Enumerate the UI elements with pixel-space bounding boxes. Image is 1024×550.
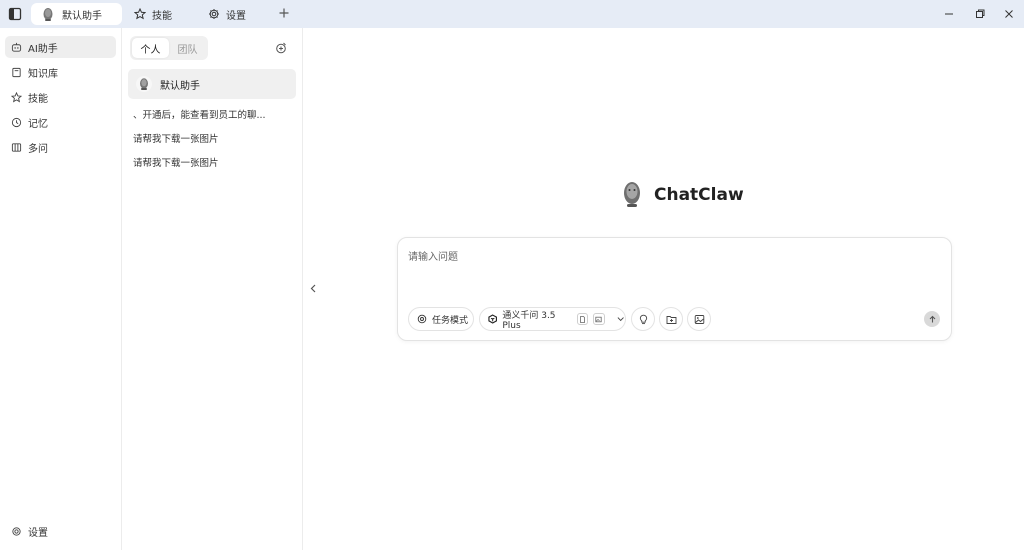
message-composer: 任务模式 通义千问 3.5 Plus: [397, 237, 952, 341]
sidebar-item-label: 多问: [28, 143, 48, 155]
chatclaw-logo-icon: [624, 182, 640, 207]
image-icon: [694, 314, 704, 324]
model-selector[interactable]: 通义千问 3.5 Plus: [479, 307, 626, 331]
assistant-item-default[interactable]: 默认助手: [128, 69, 296, 99]
clock-icon: [11, 117, 22, 127]
gear-icon: [12, 526, 21, 536]
lightbulb-icon: [639, 314, 647, 324]
segment-personal[interactable]: 个人: [132, 38, 169, 58]
assistant-name: 默认助手: [160, 80, 200, 92]
conversation-panel: 个人 团队 默认助手 、开通后，能查看到员工的聊... 请帮我下载一张图片 请帮…: [122, 28, 303, 550]
collapse-panel-icon[interactable]: [308, 283, 319, 294]
message-input[interactable]: [408, 248, 938, 298]
task-mode-button[interactable]: 任务模式: [408, 307, 474, 331]
folder-plus-icon: [666, 315, 676, 324]
tab-settings[interactable]: 设置: [208, 3, 246, 25]
document-capability-icon: [576, 313, 589, 325]
sidebar-item-settings[interactable]: 设置: [5, 520, 116, 542]
sidebar-toggle-icon[interactable]: [8, 7, 22, 21]
image-capability-icon: [593, 313, 605, 325]
book-icon: [12, 67, 21, 77]
model-label: 通义千问 3.5 Plus: [502, 310, 556, 331]
new-chat-icon[interactable]: [275, 42, 287, 54]
add-image-button[interactable]: [687, 307, 711, 331]
sidebar-item-knowledge-base[interactable]: 知识库: [5, 61, 116, 83]
segment-team[interactable]: 团队: [169, 38, 206, 58]
sidebar-item-label: 知识库: [28, 68, 58, 80]
sidebar-item-label: AI助手: [28, 43, 58, 55]
star-icon: [134, 8, 146, 20]
sidebar-item-multi-ask[interactable]: 多问: [5, 136, 116, 158]
robot-icon: [11, 42, 22, 52]
brand-header: ChatClaw: [622, 180, 744, 210]
tab-skills[interactable]: 技能: [134, 3, 172, 25]
sidebar-item-label: 技能: [28, 93, 48, 105]
tab-default-assistant[interactable]: 默认助手: [31, 3, 122, 25]
robot-avatar-icon: [136, 76, 152, 92]
add-tab-icon[interactable]: [277, 6, 291, 20]
sidebar-item-ai-assistant[interactable]: AI助手: [5, 36, 116, 58]
add-folder-button[interactable]: [659, 307, 683, 331]
sidebar-item-label: 设置: [28, 527, 48, 539]
sidebar-item-skills[interactable]: 技能: [5, 86, 116, 108]
qwen-logo-icon: [488, 314, 497, 324]
task-mode-label: 任务模式: [432, 315, 469, 326]
title-bar: 默认助手 技能 设置: [0, 0, 1024, 28]
sidebar-item-label: 记忆: [28, 118, 48, 130]
tab-label: 默认助手: [62, 10, 102, 22]
sidebar-item-memory[interactable]: 记忆: [5, 111, 116, 133]
conversation-item[interactable]: 、开通后，能查看到员工的聊...: [133, 107, 293, 121]
target-icon: [417, 314, 427, 324]
arrow-up-icon: [929, 315, 935, 322]
send-button[interactable]: [924, 311, 940, 327]
chevron-down-icon: [617, 317, 624, 322]
scope-segmented-control: 个人 团队: [130, 36, 208, 60]
robot-avatar-icon: [43, 8, 53, 21]
tab-label: 设置: [226, 10, 246, 22]
close-icon[interactable]: [1003, 8, 1015, 20]
columns-icon: [11, 142, 22, 152]
star-icon: [11, 91, 22, 102]
gear-icon: [209, 9, 219, 19]
minimize-icon[interactable]: [943, 8, 955, 20]
left-sidebar: AI助手 知识库 技能 记忆 多问 设置: [0, 28, 122, 550]
conversation-item[interactable]: 请帮我下载一张图片: [133, 131, 293, 145]
idea-button[interactable]: [631, 307, 655, 331]
brand-name: ChatClaw: [654, 185, 744, 205]
conversation-item[interactable]: 请帮我下载一张图片: [133, 155, 293, 169]
tab-label: 技能: [152, 10, 172, 22]
restore-icon[interactable]: [974, 8, 986, 20]
